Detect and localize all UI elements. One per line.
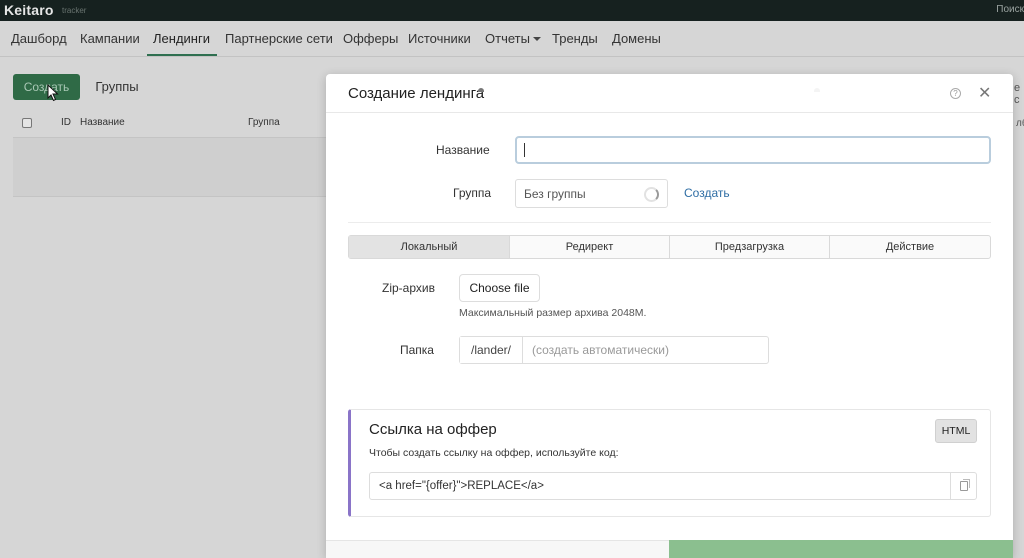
nav-item-domains[interactable]: Домены bbox=[612, 31, 661, 46]
offer-link-panel: Ссылка на оффер HTML Чтобы создать ссылк… bbox=[348, 409, 991, 517]
offer-code-field: <a href="{offer}">REPLACE</a> bbox=[369, 472, 977, 500]
offer-code[interactable]: <a href="{offer}">REPLACE</a> bbox=[379, 480, 544, 492]
choose-file-button[interactable]: Choose file bbox=[459, 274, 540, 302]
offer-link-description: Чтобы создать ссылку на оффер, используй… bbox=[369, 447, 619, 459]
modal-header: Создание лендинга ? ✕ bbox=[326, 74, 1013, 113]
name-label: Название bbox=[436, 143, 490, 157]
help-icon[interactable]: ? bbox=[950, 88, 961, 99]
top-search-link[interactable]: Поиск bbox=[996, 4, 1024, 15]
cancel-button-label-partial bbox=[478, 88, 484, 92]
folder-prefix: /lander/ bbox=[460, 337, 523, 363]
nav-active-underline bbox=[147, 54, 217, 56]
zip-archive-label: Zip-архив bbox=[382, 281, 435, 295]
column-header-group[interactable]: Группа bbox=[248, 117, 280, 128]
save-button-label-partial bbox=[814, 88, 820, 92]
save-button[interactable] bbox=[669, 540, 1013, 558]
table-body bbox=[13, 137, 333, 197]
group-select-value: Без группы bbox=[524, 187, 586, 201]
column-header-id[interactable]: ID bbox=[61, 117, 71, 128]
html-toggle-button[interactable]: HTML bbox=[935, 419, 977, 443]
loading-spinner-icon bbox=[644, 187, 659, 202]
right-edge-column: лбе bbox=[1016, 118, 1024, 129]
right-edge-text: е с bbox=[1014, 82, 1021, 106]
folder-input[interactable] bbox=[524, 337, 768, 363]
top-bar: Keitaro tracker Поиск bbox=[0, 0, 1024, 21]
group-label: Группа bbox=[453, 186, 492, 200]
table-header: ID Название Группа bbox=[13, 113, 333, 133]
landing-type-tabs: Локальный Редирект Предзагрузка Действие bbox=[348, 235, 991, 259]
nav-item-campaigns[interactable]: Кампании bbox=[80, 31, 140, 46]
tab-redirect[interactable]: Редирект bbox=[510, 236, 670, 258]
tab-local[interactable]: Локальный bbox=[349, 236, 510, 258]
nav-item-reports-label: Отчеты bbox=[485, 31, 530, 46]
column-header-name[interactable]: Название bbox=[80, 117, 125, 128]
groups-button[interactable]: Группы bbox=[85, 74, 149, 100]
app-logo-subtitle: tracker bbox=[62, 6, 87, 15]
create-group-link[interactable]: Создать bbox=[684, 186, 730, 200]
nav-item-trends[interactable]: Тренды bbox=[552, 31, 598, 46]
app-logo[interactable]: Keitaro bbox=[4, 2, 54, 18]
select-all-checkbox[interactable] bbox=[22, 118, 32, 128]
nav-item-offers[interactable]: Офферы bbox=[343, 31, 398, 46]
nav-item-dashboard[interactable]: Дашборд bbox=[11, 31, 67, 46]
nav-item-affiliate-networks[interactable]: Партнерские сети bbox=[225, 31, 333, 46]
offer-link-title: Ссылка на оффер bbox=[369, 421, 497, 438]
group-select[interactable]: Без группы bbox=[515, 179, 668, 208]
tab-preload[interactable]: Предзагрузка bbox=[670, 236, 830, 258]
cancel-button[interactable] bbox=[326, 540, 669, 558]
chevron-down-icon bbox=[532, 37, 541, 41]
create-landing-modal: Создание лендинга ? ✕ Название Группа Бе… bbox=[326, 74, 1013, 558]
copy-icon bbox=[960, 479, 970, 491]
mouse-cursor-icon bbox=[47, 84, 59, 102]
divider bbox=[348, 222, 991, 223]
zip-size-hint: Максимальный размер архива 2048M. bbox=[459, 307, 647, 319]
name-input[interactable] bbox=[515, 136, 991, 164]
folder-input-group: /lander/ bbox=[459, 336, 769, 364]
nav-item-reports[interactable]: Отчеты bbox=[485, 31, 541, 46]
modal-title: Создание лендинга bbox=[348, 85, 485, 102]
main-nav: Дашборд Кампании Лендинги Партнерские се… bbox=[0, 21, 1024, 57]
text-caret bbox=[524, 143, 525, 157]
copy-code-button[interactable] bbox=[950, 473, 976, 499]
close-icon[interactable]: ✕ bbox=[978, 83, 991, 103]
nav-item-sources[interactable]: Источники bbox=[408, 31, 471, 46]
folder-label: Папка bbox=[400, 343, 434, 357]
nav-item-landings[interactable]: Лендинги bbox=[153, 31, 210, 46]
tab-action[interactable]: Действие bbox=[830, 236, 990, 258]
